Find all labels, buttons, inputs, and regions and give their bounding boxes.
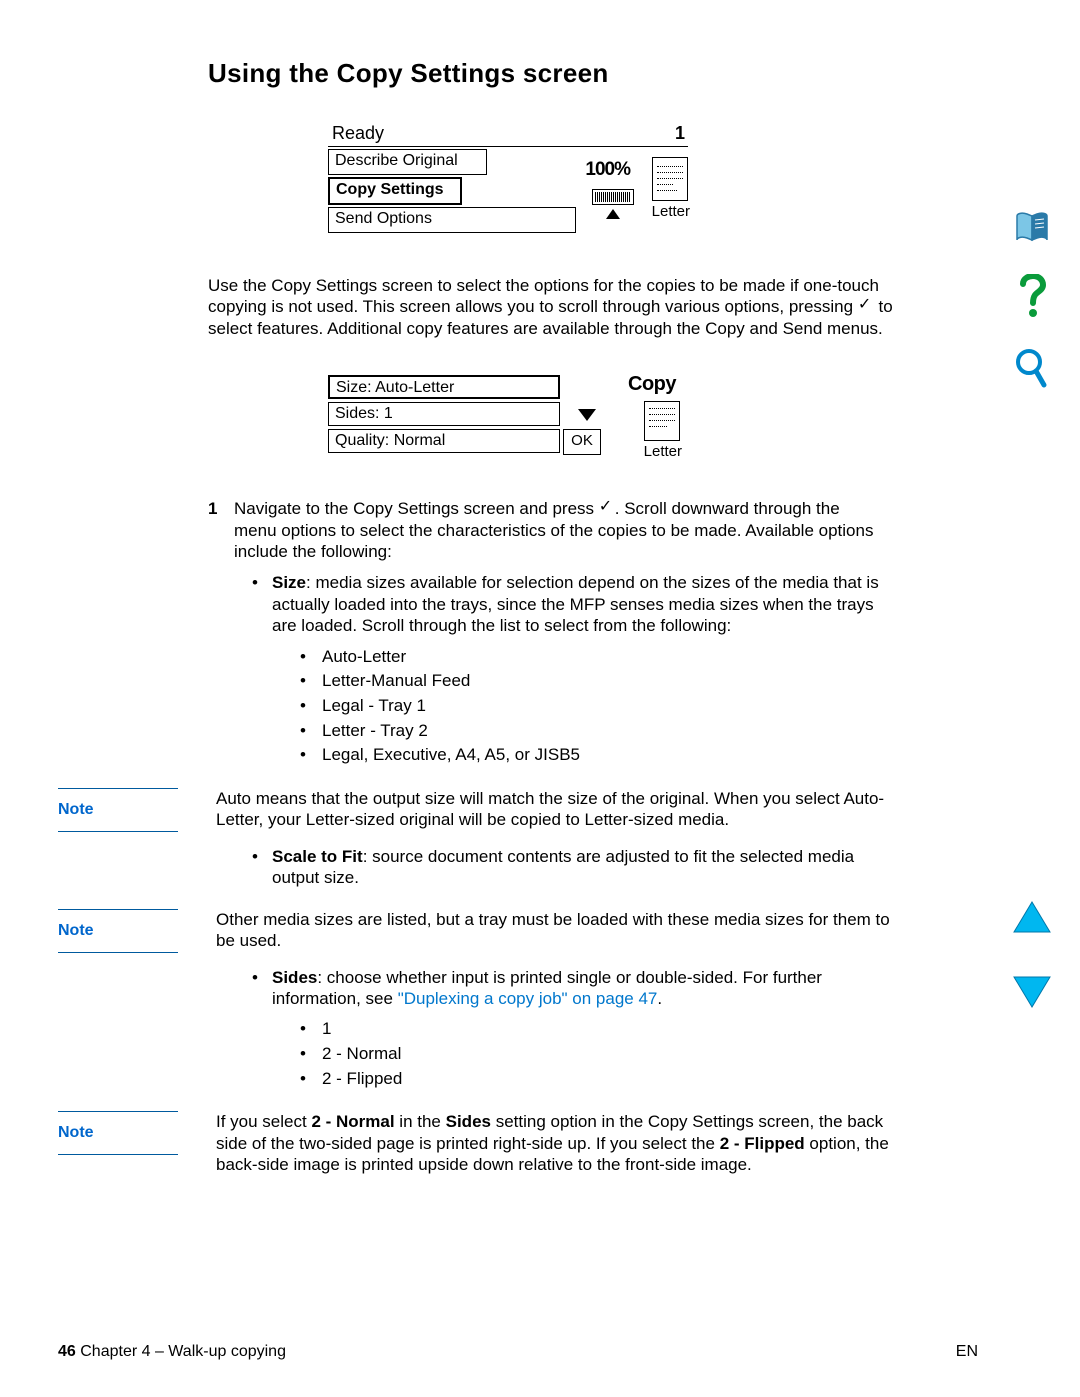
size-field: Size: Auto-Letter bbox=[328, 375, 560, 399]
screen1-figure: Ready 1 Describe Original Copy Settings … bbox=[328, 123, 688, 233]
step-1: 1Navigate to the Copy Settings screen an… bbox=[208, 498, 898, 562]
check-icon bbox=[599, 502, 615, 514]
send-options-button: Send Options bbox=[328, 207, 576, 233]
note-label: Note bbox=[58, 788, 178, 832]
note-block: Note Other media sizes are listed, but a… bbox=[208, 909, 898, 953]
chapter-label: Chapter 4 – Walk-up copying bbox=[76, 1343, 286, 1360]
copy-heading: Copy bbox=[628, 373, 676, 396]
zoom-value: 100% bbox=[585, 159, 630, 181]
page-footer: 46 Chapter 4 – Walk-up copying EN bbox=[58, 1343, 978, 1361]
slider-icon bbox=[592, 189, 634, 205]
ok-button: OK bbox=[563, 429, 601, 455]
paper-size-label: Letter bbox=[644, 443, 682, 460]
note-text: If you select 2 - Normal in the Sides se… bbox=[216, 1111, 898, 1175]
check-icon bbox=[858, 300, 874, 312]
page-down-icon[interactable] bbox=[1012, 975, 1052, 1014]
note-text: Other media sizes are listed, but a tray… bbox=[216, 909, 898, 953]
page-preview-icon bbox=[652, 157, 688, 201]
list-item: Letter - Tray 2 bbox=[300, 719, 898, 744]
list-item: 1 bbox=[300, 1017, 898, 1042]
page-up-icon[interactable] bbox=[1012, 900, 1052, 939]
down-arrow-icon bbox=[578, 409, 596, 421]
page-preview-icon bbox=[644, 401, 680, 441]
up-arrow-icon bbox=[606, 209, 620, 219]
screen2-figure: Copy Size: Auto-Letter Sides: 1 Quality:… bbox=[328, 375, 688, 456]
note-label: Note bbox=[58, 909, 178, 953]
list-item: Legal - Tray 1 bbox=[300, 694, 898, 719]
page-title: Using the Copy Settings screen bbox=[208, 58, 898, 89]
list-item: Legal, Executive, A4, A5, or JISB5 bbox=[300, 743, 898, 768]
list-item: Letter-Manual Feed bbox=[300, 669, 898, 694]
language-label: EN bbox=[956, 1343, 978, 1361]
note-label: Note bbox=[58, 1111, 178, 1155]
describe-original-button: Describe Original bbox=[328, 149, 487, 175]
status-text: Ready bbox=[332, 123, 384, 144]
help-icon[interactable] bbox=[1017, 274, 1047, 318]
list-item: Auto-Letter bbox=[300, 645, 898, 670]
paper-size-label: Letter bbox=[652, 203, 690, 220]
page-number: 46 bbox=[58, 1343, 76, 1360]
copy-count: 1 bbox=[675, 123, 684, 144]
note-text: Auto means that the output size will mat… bbox=[216, 788, 898, 832]
intro-paragraph: Use the Copy Settings screen to select t… bbox=[208, 275, 898, 339]
sides-field: Sides: 1 bbox=[328, 402, 560, 426]
size-bullet: Size: media sizes available for selectio… bbox=[252, 572, 898, 767]
scale-bullet: Scale to Fit: source document contents a… bbox=[252, 846, 898, 889]
list-item: 2 - Flipped bbox=[300, 1067, 898, 1092]
book-icon[interactable] bbox=[1013, 210, 1051, 244]
note-block: Note Auto means that the output size wil… bbox=[208, 788, 898, 832]
duplex-link[interactable]: "Duplexing a copy job" on page 47 bbox=[398, 989, 658, 1008]
list-item: 2 - Normal bbox=[300, 1042, 898, 1067]
copy-settings-button: Copy Settings bbox=[328, 177, 462, 205]
search-icon[interactable] bbox=[1015, 348, 1049, 390]
quality-field: Quality: Normal bbox=[328, 429, 560, 453]
note-block: Note If you select 2 - Normal in the Sid… bbox=[208, 1111, 898, 1175]
sides-bullet: Sides: choose whether input is printed s… bbox=[252, 967, 898, 1092]
